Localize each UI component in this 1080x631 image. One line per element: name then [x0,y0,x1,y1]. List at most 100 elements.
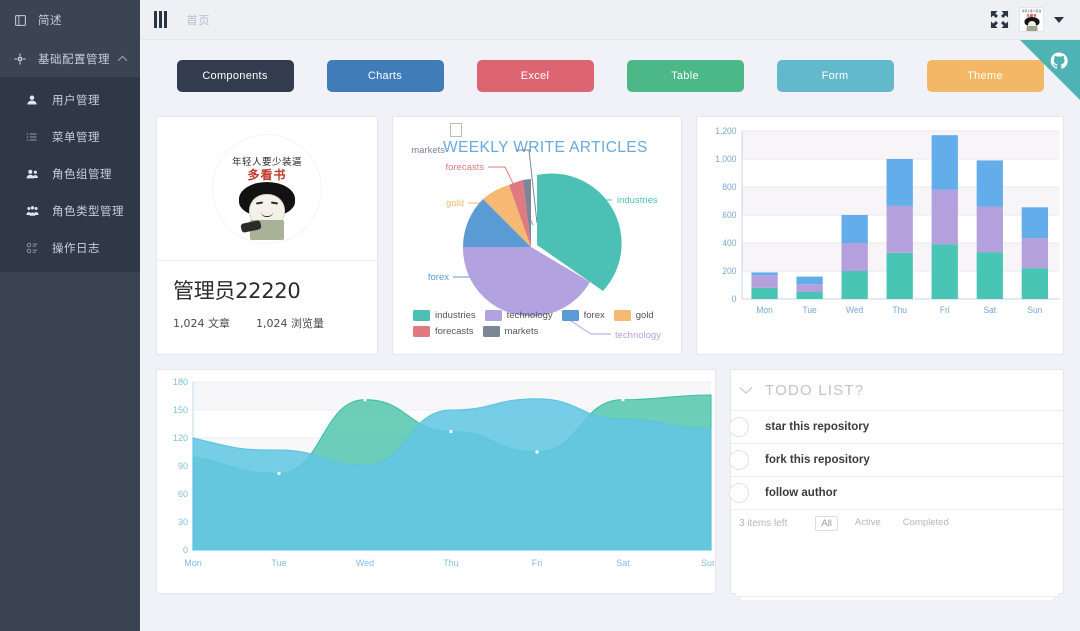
todo-filter-completed[interactable]: Completed [898,516,954,531]
svg-text:Mon: Mon [756,305,773,315]
bar-group-wed [841,215,868,299]
chevron-up-icon [117,54,128,64]
todo-item-label: follow author [765,487,838,499]
legend-item-forex[interactable]: forex [561,310,605,321]
chevron-down-icon[interactable] [739,383,753,398]
bar-chart: 0 200 400 600 800 1,000 1,200 Mon Tue We… [715,126,1060,315]
sidebar-item-operation-log[interactable]: 操作日志 [0,229,140,266]
top-card-row: 年轻人要少装逼 多看书 管理员22220 1,024 文章 1,024 浏览量 … [156,116,1064,355]
todo-filter-active[interactable]: Active [850,516,886,531]
gear-icon [14,53,30,65]
breadcrumb[interactable]: 首页 [187,12,211,28]
bar-group-thu [886,159,913,299]
legend-item-forecasts[interactable]: forecasts [413,326,474,337]
profile-info: 管理员22220 1,024 文章 1,024 浏览量 [157,261,377,347]
svg-text:Fri: Fri [940,305,950,315]
svg-text:800: 800 [722,182,736,192]
area-chart: 0 30 60 90 120 150 180 Mon Tue Wed Thu F… [173,377,715,568]
sidebar-group-basic-config[interactable]: 基础配置管理 [0,40,140,77]
components-button[interactable]: Components [176,60,294,92]
todo-item[interactable]: fork this repository [729,443,1063,476]
legend-item-technology[interactable]: technology [484,310,553,321]
topbar: 首页 年轻人要少装逼 多看书 [140,0,1080,40]
content: Components Charts Excel Table Form Theme… [140,40,1080,601]
svg-text:Wed: Wed [356,558,374,568]
todo-item[interactable]: follow author [729,476,1063,509]
svg-text:Sun: Sun [701,558,715,568]
sidebar-item-role-type-management[interactable]: 角色类型管理 [0,192,140,229]
svg-text:0: 0 [183,545,188,555]
sidebar: 简述 基础配置管理 用户管理 菜单管理 角色组管理 角色类型管理 操作日志 [0,0,140,631]
sidebar-item-label: 角色组管理 [52,168,112,181]
bar-group-mon [751,272,778,299]
sidebar-item-menu-management[interactable]: 菜单管理 [0,118,140,155]
avatar-caption-bottom: 多看书 [247,167,287,182]
profile-stats: 1,024 文章 1,024 浏览量 [173,315,361,331]
svg-text:industries: industries [617,195,658,206]
sidebar-item-user-management[interactable]: 用户管理 [0,81,140,118]
github-octocat-icon[interactable] [1020,40,1080,100]
svg-text:0: 0 [732,294,737,304]
excel-button[interactable]: Excel [476,60,594,92]
book-icon [14,14,30,27]
stat-articles: 1,024 文章 [173,317,230,330]
form-button[interactable]: Form [776,60,894,92]
avatar: 年轻人要少装逼 多看书 [212,133,322,244]
user-avatar[interactable]: 年轻人要少装逼 多看书 [1019,7,1044,32]
pie-chart-legend: industries technology forex gold forecas… [413,310,671,342]
users-icon [26,168,42,180]
todo-filters: All Active Completed [815,515,954,531]
todo-header: TODO LIST? [731,370,1063,410]
svg-text:Tue: Tue [803,305,817,315]
svg-text:Sat: Sat [616,558,630,568]
todo-item[interactable]: star this repository [729,410,1063,443]
group-icon [26,205,42,217]
svg-text:1,200: 1,200 [715,126,736,136]
svg-text:Fri: Fri [532,558,543,568]
sidebar-item-label: 角色类型管理 [52,205,124,218]
caret-down-icon[interactable] [1054,16,1064,23]
todo-item-label: fork this repository [765,454,870,466]
todo-item-label: star this repository [765,421,870,433]
bar-group-sat [976,160,1003,299]
fullscreen-icon[interactable] [990,10,1009,29]
sidebar-item-label: 用户管理 [52,94,100,107]
svg-text:Sat: Sat [983,305,996,315]
svg-text:Thu: Thu [443,558,459,568]
legend-item-gold[interactable]: gold [613,310,654,321]
table-button[interactable]: Table [626,60,744,92]
svg-text:Tue: Tue [271,558,286,568]
svg-text:forecasts: forecasts [445,162,484,173]
sidebar-brand[interactable]: 简述 [0,0,140,40]
area-chart-card: 0 30 60 90 120 150 180 Mon Tue Wed Thu F… [156,369,716,594]
svg-text:30: 30 [178,517,188,527]
log-icon [26,242,42,254]
sidebar-brand-label: 简述 [38,15,62,27]
todo-list-card: TODO LIST? star this repository fork thi… [729,369,1064,601]
svg-text:600: 600 [722,210,736,220]
todo-filter-all[interactable]: All [815,515,838,531]
bar-group-sun [1021,207,1048,299]
todo-checkbox[interactable] [729,483,749,503]
profile-card: 年轻人要少装逼 多看书 管理员22220 1,024 文章 1,024 浏览量 [156,116,378,355]
legend-item-industries[interactable]: industries [413,310,476,321]
svg-text:Thu: Thu [892,305,907,315]
svg-text:120: 120 [173,433,188,443]
svg-text:400: 400 [722,238,736,248]
legend-item-markets[interactable]: markets [482,326,538,337]
svg-text:1,000: 1,000 [715,154,736,164]
stat-views: 1,024 浏览量 [256,317,324,330]
svg-text:markets: markets [411,145,445,156]
todo-stack-shadow [740,597,1054,601]
profile-name: 管理员22220 [173,279,301,303]
hamburger-icon[interactable] [154,11,167,28]
bottom-card-row: 0 30 60 90 120 150 180 Mon Tue Wed Thu F… [156,369,1064,601]
sidebar-group-label: 基础配置管理 [38,53,110,66]
todo-checkbox[interactable] [729,450,749,470]
bar-chart-card: 0 200 400 600 800 1,000 1,200 Mon Tue We… [696,116,1064,355]
sidebar-item-role-group-management[interactable]: 角色组管理 [0,155,140,192]
charts-button[interactable]: Charts [326,60,444,92]
todo-items-left: 3 items left [739,517,788,529]
svg-text:180: 180 [173,377,188,387]
todo-checkbox[interactable] [729,417,749,437]
